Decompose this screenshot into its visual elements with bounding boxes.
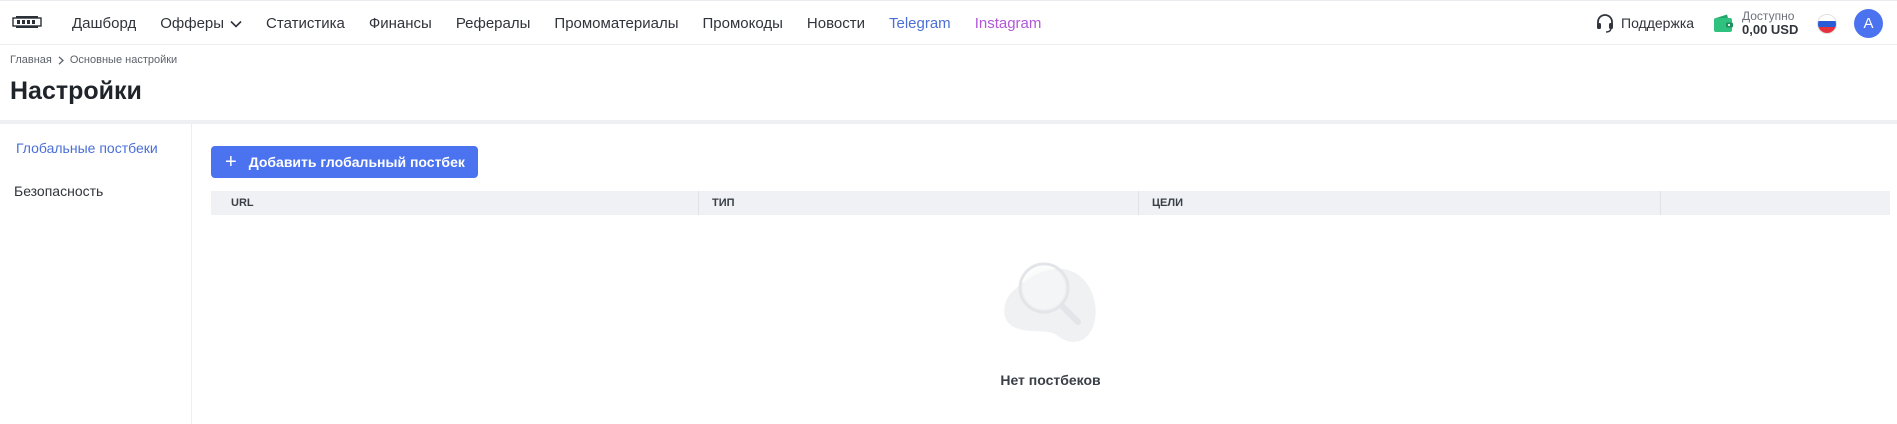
breadcrumb-current: Основные настройки xyxy=(69,54,178,66)
chevron-right-icon xyxy=(58,55,64,65)
nav-item-dashboard[interactable]: Дашборд xyxy=(72,15,136,32)
empty-state: Нет постбеков xyxy=(211,0,1890,424)
brand-logo[interactable] xyxy=(12,15,42,29)
sidebar-item-global-postbacks[interactable]: Глобальные постбеки xyxy=(16,140,158,156)
breadcrumb: Главная Основные настройки xyxy=(10,54,177,66)
settings-sidebar: Глобальные постбеки Безопасность xyxy=(0,124,192,424)
nav-item-label: Дашборд xyxy=(72,15,137,32)
empty-state-text: Нет постбеков xyxy=(1000,372,1101,388)
page-title: Настройки xyxy=(10,77,142,105)
sidebar-item-security[interactable]: Безопасность xyxy=(14,183,103,199)
breadcrumb-home-link[interactable]: Главная xyxy=(10,54,52,66)
